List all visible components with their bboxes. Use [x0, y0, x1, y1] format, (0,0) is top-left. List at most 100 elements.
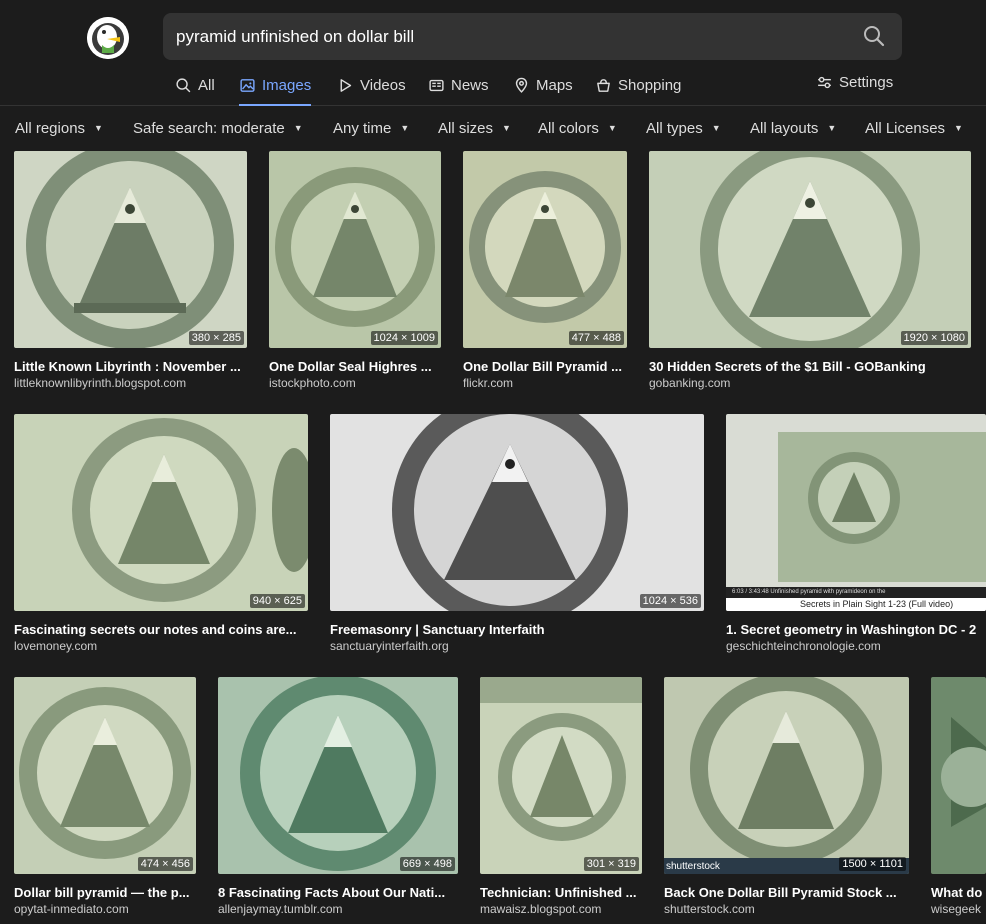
filter-sizes[interactable]: All sizes ▼: [438, 120, 511, 137]
result-thumbnail[interactable]: 940 × 625: [14, 414, 308, 611]
newspaper-icon: [429, 79, 444, 92]
video-player-bar[interactable]: 6:03 / 3:43:48 Unfinished pyramid with p…: [726, 587, 986, 611]
tab-maps[interactable]: Maps: [513, 70, 573, 106]
result-source[interactable]: flickr.com: [463, 376, 627, 390]
filter-colors[interactable]: All colors ▼: [538, 120, 617, 137]
result-title[interactable]: Technician: Unfinished ...: [480, 885, 642, 900]
image-dimensions: 1024 × 1009: [370, 331, 438, 345]
filter-bar: All regions ▼ Safe search: moderate ▼ Any …: [0, 107, 986, 149]
tab-all[interactable]: All: [175, 70, 215, 106]
dollar-pyramid-image: [664, 677, 909, 874]
result-source[interactable]: istockphoto.com: [269, 376, 441, 390]
dollar-pyramid-image: [218, 677, 458, 874]
result-thumbnail[interactable]: 380 × 285: [14, 151, 247, 348]
result-thumbnail[interactable]: 6:03 / 3:43:48 Unfinished pyramid with p…: [726, 414, 986, 611]
result-thumbnail[interactable]: 1024 × 1009: [269, 151, 441, 348]
result-title[interactable]: Little Known Libyrinth : November ...: [14, 359, 247, 374]
result-source[interactable]: littleknownlibyrinth.blogspot.com: [14, 376, 247, 390]
tab-images[interactable]: Images: [239, 70, 312, 106]
result-thumbnail[interactable]: [931, 677, 986, 874]
chevron-down-icon: ▼: [827, 123, 837, 133]
result-title[interactable]: 1. Secret geometry in Washington DC - 2: [726, 622, 986, 637]
tab-news[interactable]: News: [428, 70, 489, 106]
dollar-pyramid-image: [480, 677, 642, 874]
filter-licenses[interactable]: All Licenses ▼: [865, 120, 963, 137]
dollar-pyramid-image: [269, 151, 441, 348]
result-source[interactable]: wisegeek: [931, 902, 986, 916]
filter-safe-search[interactable]: Safe search: moderate ▼: [133, 120, 303, 137]
result-title[interactable]: 8 Fascinating Facts About Our Nati...: [218, 885, 458, 900]
result-title[interactable]: Fascinating secrets our notes and coins …: [14, 622, 308, 637]
map-pin-icon: [515, 77, 528, 93]
result-thumbnail[interactable]: 1024 × 536: [330, 414, 704, 611]
header: pyramid unfinished on dollar bill All Im…: [0, 0, 986, 106]
result-title[interactable]: Dollar bill pyramid — the p...: [14, 885, 196, 900]
result-source[interactable]: allenjaymay.tumblr.com: [218, 902, 458, 916]
chevron-down-icon: ▼: [954, 123, 963, 133]
result-title[interactable]: What do: [931, 885, 986, 900]
result-thumbnail[interactable]: 301 × 319: [480, 677, 642, 874]
tab-all-label: All: [198, 77, 215, 94]
result-source[interactable]: gobanking.com: [649, 376, 971, 390]
filter-types[interactable]: All types ▼: [646, 120, 721, 137]
result-source[interactable]: sanctuaryinterfaith.org: [330, 639, 704, 653]
image-result[interactable]: 1024 × 1009 One Dollar Seal Highres ... …: [269, 151, 441, 393]
duckduckgo-logo[interactable]: [87, 17, 129, 59]
result-title[interactable]: Back One Dollar Bill Pyramid Stock ...: [664, 885, 909, 900]
tab-shopping[interactable]: Shopping: [595, 70, 681, 106]
image-dimensions: 1920 × 1080: [900, 331, 968, 345]
result-title[interactable]: 30 Hidden Secrets of the $1 Bill - GOBan…: [649, 359, 971, 374]
video-controls[interactable]: 6:03 / 3:43:48 Unfinished pyramid with p…: [726, 587, 986, 598]
image-result[interactable]: 1920 × 1080 30 Hidden Secrets of the $1 …: [649, 151, 971, 393]
image-result[interactable]: 474 × 456 Dollar bill pyramid — the p...…: [14, 677, 196, 919]
image-dimensions: 474 × 456: [137, 857, 193, 871]
search-input[interactable]: pyramid unfinished on dollar bill: [163, 13, 902, 60]
result-source[interactable]: shutterstock.com: [664, 902, 909, 916]
search-icon[interactable]: [862, 24, 888, 50]
result-title[interactable]: Freemasonry | Sanctuary Interfaith: [330, 622, 704, 637]
image-result[interactable]: 301 × 319 Technician: Unfinished ... maw…: [480, 677, 642, 919]
result-thumbnail[interactable]: 669 × 498: [218, 677, 458, 874]
image-result[interactable]: 940 × 625 Fascinating secrets our notes …: [14, 414, 308, 656]
image-result[interactable]: 1024 × 536 Freemasonry | Sanctuary Inter…: [330, 414, 704, 656]
image-result[interactable]: 477 × 488 One Dollar Bill Pyramid ... fl…: [463, 151, 627, 393]
image-dimensions: 477 × 488: [568, 331, 624, 345]
dollar-pyramid-image: [14, 414, 308, 611]
result-thumbnail[interactable]: shutterstock 1500 × 1101: [664, 677, 909, 874]
dollar-pyramid-image: [463, 151, 627, 348]
chevron-down-icon: ▼: [607, 123, 617, 133]
tab-shopping-label: Shopping: [618, 77, 682, 94]
result-source[interactable]: opytat-inmediato.com: [14, 902, 196, 916]
search-icon: [176, 78, 191, 93]
image-dimensions: 1500 × 1101: [839, 857, 906, 871]
filter-time[interactable]: Any time ▼: [333, 120, 409, 137]
result-source[interactable]: mawaisz.blogspot.com: [480, 902, 642, 916]
tab-news-label: News: [451, 77, 489, 94]
filter-label: All sizes: [438, 120, 494, 137]
image-dimensions: 940 × 625: [249, 594, 305, 608]
search-query-text[interactable]: pyramid unfinished on dollar bill: [176, 27, 414, 47]
image-result[interactable]: 669 × 498 8 Fascinating Facts About Our …: [218, 677, 458, 919]
result-thumbnail[interactable]: 474 × 456: [14, 677, 196, 874]
tab-videos[interactable]: Videos: [337, 70, 406, 106]
tab-videos-label: Videos: [360, 77, 406, 94]
result-source[interactable]: geschichteinchronologie.com: [726, 639, 986, 653]
result-thumbnail[interactable]: 477 × 488: [463, 151, 627, 348]
shopping-bag-icon: [597, 79, 610, 92]
filter-regions[interactable]: All regions ▼: [15, 120, 103, 137]
dollar-pyramid-image: [649, 151, 971, 348]
image-result[interactable]: shutterstock 1500 × 1101 Back One Dollar…: [664, 677, 909, 919]
dollar-pyramid-image: [14, 677, 196, 874]
filter-layouts[interactable]: All layouts ▼: [750, 120, 836, 137]
result-title[interactable]: One Dollar Seal Highres ...: [269, 359, 441, 374]
result-thumbnail[interactable]: 1920 × 1080: [649, 151, 971, 348]
image-result[interactable]: What do wisegeek: [931, 677, 986, 919]
image-icon: [240, 79, 255, 92]
image-result[interactable]: 6:03 / 3:43:48 Unfinished pyramid with p…: [726, 414, 986, 656]
image-result[interactable]: 380 × 285 Little Known Libyrinth : Novem…: [14, 151, 247, 393]
settings-button[interactable]: Settings: [816, 74, 893, 91]
result-title[interactable]: One Dollar Bill Pyramid ...: [463, 359, 627, 374]
filter-label: All Licenses: [865, 120, 946, 137]
result-source[interactable]: lovemoney.com: [14, 639, 308, 653]
filter-label: All types: [646, 120, 703, 137]
